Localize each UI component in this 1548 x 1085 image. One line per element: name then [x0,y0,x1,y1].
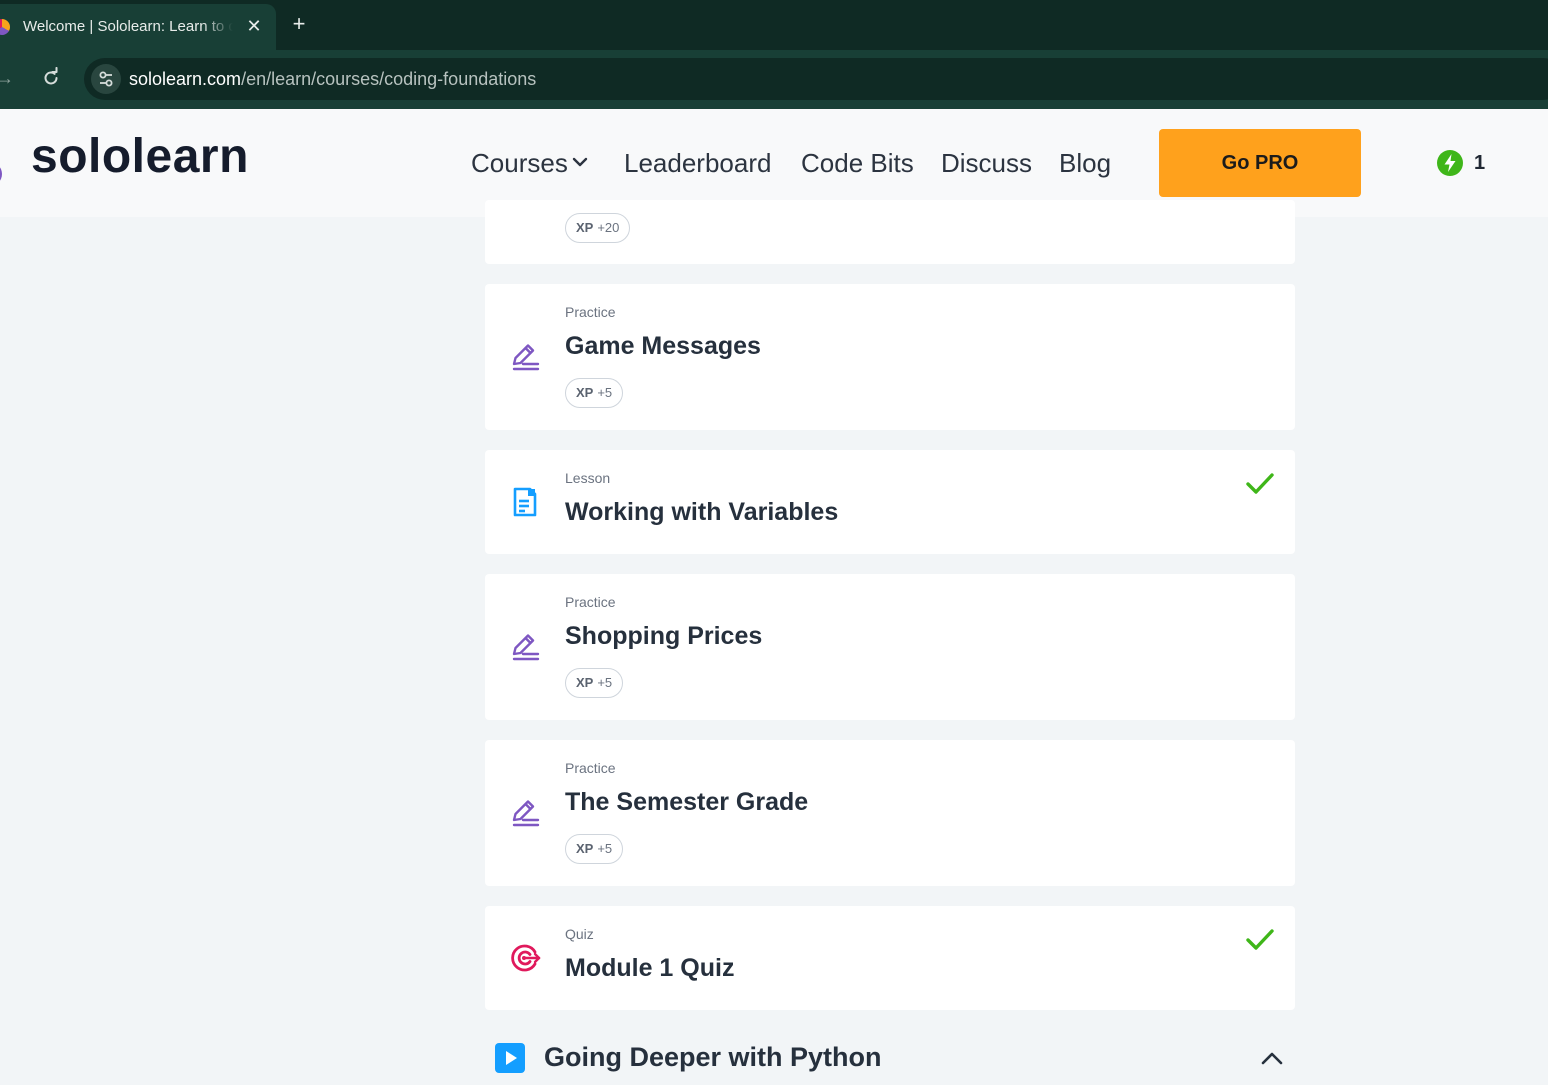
sololearn-logo-icon[interactable] [0,134,12,190]
go-pro-button[interactable]: Go PRO [1159,129,1361,197]
course-item-card[interactable]: Practice The Semester Grade XP +5 [485,740,1295,886]
omnibox[interactable]: sololearn.com/en/learn/courses/coding-fo… [84,58,1548,100]
item-type-label: Practice [565,760,616,776]
new-tab-icon[interactable]: + [288,13,310,35]
nav-code-bits[interactable]: Code Bits [801,148,914,179]
practice-pencil-icon [512,634,540,661]
browser-address-bar: → sololearn.com/en/learn/courses/coding-… [0,50,1548,109]
chevron-down-icon[interactable] [571,155,589,169]
lesson-document-icon [513,487,537,517]
xp-badge: XP +5 [565,378,624,408]
item-title[interactable]: Game Messages [565,332,761,361]
tab-title: Welcome | Sololearn: Learn to code for F… [23,18,233,35]
chevron-up-icon[interactable] [1260,1050,1284,1066]
completed-check-icon [1246,929,1274,950]
section-title[interactable]: Going Deeper with Python [544,1042,882,1073]
completed-check-icon [1246,473,1274,494]
close-tab-icon[interactable]: ✕ [244,16,264,36]
course-item-card[interactable]: Quiz Module 1 Quiz [485,906,1295,1010]
item-type-label: Practice [565,304,616,320]
course-item-card[interactable]: Lesson Working with Variables [485,450,1295,554]
course-item-card[interactable]: Practice Game Messages XP +5 [485,284,1295,430]
nav-discuss[interactable]: Discuss [941,148,1032,179]
nav-blog[interactable]: Blog [1059,148,1111,179]
course-item-card[interactable]: Practice Shopping Prices XP +5 [485,574,1295,720]
xp-badge: XP +5 [565,834,624,864]
item-title[interactable]: Module 1 Quiz [565,954,734,983]
nav-leaderboard[interactable]: Leaderboard [624,148,771,179]
item-title[interactable]: Working with Variables [565,498,838,527]
url-text[interactable]: sololearn.com/en/learn/courses/coding-fo… [129,69,536,90]
item-type-label: Lesson [565,470,611,486]
browser-tab[interactable]: Welcome | Sololearn: Learn to code for F… [0,4,276,50]
item-type-label: Practice [565,594,616,610]
practice-pencil-icon [512,800,540,827]
quiz-target-icon [511,944,541,972]
item-type-label: Quiz [565,926,594,942]
reload-icon[interactable] [40,67,62,89]
streak-count[interactable]: 1 [1474,152,1485,175]
sololearn-favicon-icon [0,19,10,35]
forward-arrow-icon[interactable]: → [0,68,14,88]
module-section-header[interactable]: Going Deeper with Python [485,1030,1295,1085]
item-title[interactable]: Shopping Prices [565,622,762,651]
play-icon [495,1043,525,1073]
nav-courses[interactable]: Courses [471,148,568,179]
practice-pencil-icon [512,344,540,371]
logo-wordmark[interactable]: sololearn [31,129,249,184]
xp-badge: XP +20 [565,213,631,243]
streak-bolt-icon[interactable] [1437,150,1463,176]
xp-badge: XP +5 [565,668,624,698]
item-title[interactable]: The Semester Grade [565,788,808,817]
site-settings-icon[interactable] [91,64,121,94]
browser-tab-bar: Welcome | Sololearn: Learn to code for F… [0,0,1548,50]
course-item-card[interactable]: XP +20 [485,200,1295,264]
